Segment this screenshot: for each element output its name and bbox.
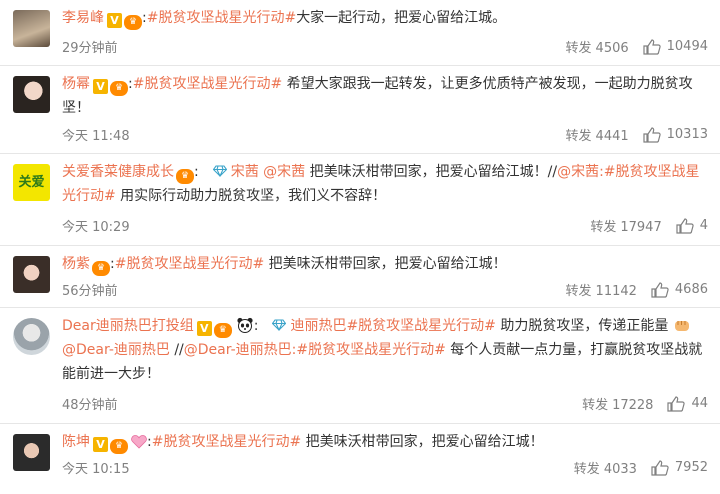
heart-icon: [131, 435, 147, 449]
vip-crown-icon: ♛: [110, 439, 128, 454]
comment-body: 杨紫 ♛:#脱贫攻坚战星光行动# 把美味沃柑带回家，把爱心留给江城！: [62, 252, 708, 276]
mention-link[interactable]: 迪丽热巴: [290, 318, 346, 334]
avatar[interactable]: [13, 76, 50, 113]
repost-button[interactable]: 转发 4033: [574, 458, 637, 477]
panda-icon: [237, 317, 253, 333]
user-name[interactable]: 陈坤: [62, 434, 90, 450]
comment-item: 李易峰 V ♛:#脱贫攻坚战星光行动#大家一起行动，把爱心留给江城。 29分钟前 转…: [0, 0, 720, 66]
like-thumb-icon[interactable]: [676, 217, 694, 234]
comment-text: 把美味沃柑带回家，把爱心留给江城！: [301, 434, 544, 450]
comment-feed: 李易峰 V ♛:#脱贫攻坚战星光行动#大家一起行动，把爱心留给江城。 29分钟前 转…: [0, 0, 720, 494]
separator: //: [169, 342, 184, 358]
mention-link[interactable]: @宋茜: [557, 164, 599, 180]
vip-crown-icon: ♛: [213, 323, 232, 338]
vip-crown-icon: ♛: [92, 261, 110, 276]
like-count: 4: [699, 218, 708, 233]
like-thumb-icon[interactable]: [651, 281, 669, 298]
user-name[interactable]: 关爱香菜健康成长: [62, 164, 174, 180]
comment-body: 李易峰 V ♛:#脱贫攻坚战星光行动#大家一起行动，把爱心留给江城。: [62, 6, 708, 30]
comment-text: 助力脱贫攻坚，传递正能量: [495, 318, 673, 334]
repost-button[interactable]: 转发 4441: [566, 125, 629, 144]
like-count: 44: [691, 396, 708, 411]
vip-crown-icon: ♛: [124, 15, 142, 30]
verified-v-icon: V: [93, 437, 108, 452]
action-bar: 转发 17947 4: [590, 216, 708, 235]
comment-item: 杨紫 ♛:#脱贫攻坚战星光行动# 把美味沃柑带回家，把爱心留给江城！ 56分钟前 …: [0, 246, 720, 308]
like-count: 4686: [674, 282, 708, 297]
user-name[interactable]: 李易峰: [62, 10, 104, 26]
comment-body: 陈坤 V ♛:#脱贫攻坚战星光行动# 把美味沃柑带回家，把爱心留给江城！: [62, 430, 708, 454]
comment-item: 杨幂 V ♛:#脱贫攻坚战星光行动# 希望大家跟我一起转发，让更多优质特产被发现，一…: [0, 66, 720, 154]
verified-v-icon: V: [93, 79, 108, 94]
comment-item: 关爱 关爱香菜健康成长 ♛: 宋茜 @宋茜 把美味沃柑带回家，把爱心留给江城！//@…: [0, 154, 720, 246]
comment-item: 陈坤 V ♛:#脱贫攻坚战星光行动# 把美味沃柑带回家，把爱心留给江城！ 今天 10…: [0, 424, 720, 494]
comment-body: 杨幂 V ♛:#脱贫攻坚战星光行动# 希望大家跟我一起转发，让更多优质特产被发现，一…: [62, 76, 693, 116]
diamond-icon: [212, 165, 227, 177]
topic-link[interactable]: #脱贫攻坚战星光行动#: [115, 256, 264, 272]
like-count: 7952: [674, 460, 708, 475]
repost-button[interactable]: 转发 17228: [582, 394, 653, 413]
action-bar: 转发 17228 44: [582, 394, 708, 413]
like-thumb-icon[interactable]: [667, 395, 686, 412]
avatar[interactable]: [13, 318, 50, 355]
user-name[interactable]: Dear迪丽热巴打投组: [62, 318, 194, 334]
comment-text: 用实际行动助力脱贫攻坚，我们义不容辞！: [115, 188, 387, 204]
comment-text: 把美味沃柑带回家，把爱心留给江城！: [264, 256, 507, 272]
comment-item: Dear迪丽热巴打投组 V ♛: 迪丽热巴#脱贫攻坚战星光行动# 助力脱贫攻坚，传递正…: [0, 308, 720, 424]
verified-v-icon: V: [196, 321, 212, 336]
repost-button[interactable]: 转发 17947: [590, 216, 661, 235]
avatar[interactable]: [13, 256, 50, 293]
timestamp: 今天 11:48: [62, 129, 130, 144]
avatar[interactable]: [13, 434, 50, 471]
verified-v-icon: V: [107, 13, 122, 28]
action-bar: 转发 4506 10494: [566, 37, 708, 56]
action-bar: 转发 4441 10313: [566, 125, 708, 144]
comment-text: 把美味沃柑带回家，把爱心留给江城！//: [305, 164, 558, 180]
comment-body: 关爱香菜健康成长 ♛: 宋茜 @宋茜 把美味沃柑带回家，把爱心留给江城！//@宋茜:…: [62, 164, 700, 204]
like-thumb-icon[interactable]: [651, 459, 669, 476]
diamond-icon: [272, 319, 287, 331]
mention-link[interactable]: 宋茜: [231, 164, 259, 180]
avatar[interactable]: 关爱: [13, 164, 50, 201]
action-bar: 转发 4033 7952: [574, 458, 708, 477]
timestamp: 29分钟前: [62, 41, 118, 56]
vip-crown-icon: ♛: [176, 169, 194, 184]
mention-link[interactable]: @Dear-迪丽热巴: [184, 342, 292, 358]
comment-body: Dear迪丽热巴打投组 V ♛: 迪丽热巴#脱贫攻坚战星光行动# 助力脱贫攻坚，传递正…: [62, 317, 703, 382]
mention-link[interactable]: @宋茜: [263, 164, 305, 180]
like-thumb-icon[interactable]: [643, 38, 661, 55]
user-name[interactable]: 杨幂: [62, 76, 90, 92]
topic-link[interactable]: #脱贫攻坚战星光行动#: [133, 76, 282, 92]
topic-link[interactable]: #脱贫攻坚战星光行动#: [147, 10, 296, 26]
like-thumb-icon[interactable]: [643, 126, 661, 143]
timestamp: 48分钟前: [62, 398, 118, 413]
repost-button[interactable]: 转发 4506: [566, 37, 629, 56]
like-count: 10494: [666, 39, 708, 54]
timestamp: 今天 10:29: [62, 220, 130, 235]
topic-link[interactable]: #脱贫攻坚战星光行动#: [152, 434, 301, 450]
comment-text: 大家一起行动，把爱心留给江城。: [296, 10, 507, 26]
avatar[interactable]: [13, 10, 50, 47]
user-name[interactable]: 杨紫: [62, 256, 90, 272]
like-count: 10313: [666, 127, 708, 142]
action-bar: 转发 11142 4686: [566, 280, 708, 299]
timestamp: 今天 10:15: [62, 462, 130, 477]
topic-link[interactable]: #脱贫攻坚战星光行动#: [346, 318, 495, 334]
timestamp: 56分钟前: [62, 284, 118, 299]
topic-link[interactable]: :#脱贫攻坚战星光行动#: [292, 342, 446, 358]
fist-icon: [674, 321, 689, 331]
mention-link[interactable]: @Dear-迪丽热巴: [62, 342, 170, 358]
repost-button[interactable]: 转发 11142: [566, 280, 637, 299]
vip-crown-icon: ♛: [110, 81, 128, 96]
